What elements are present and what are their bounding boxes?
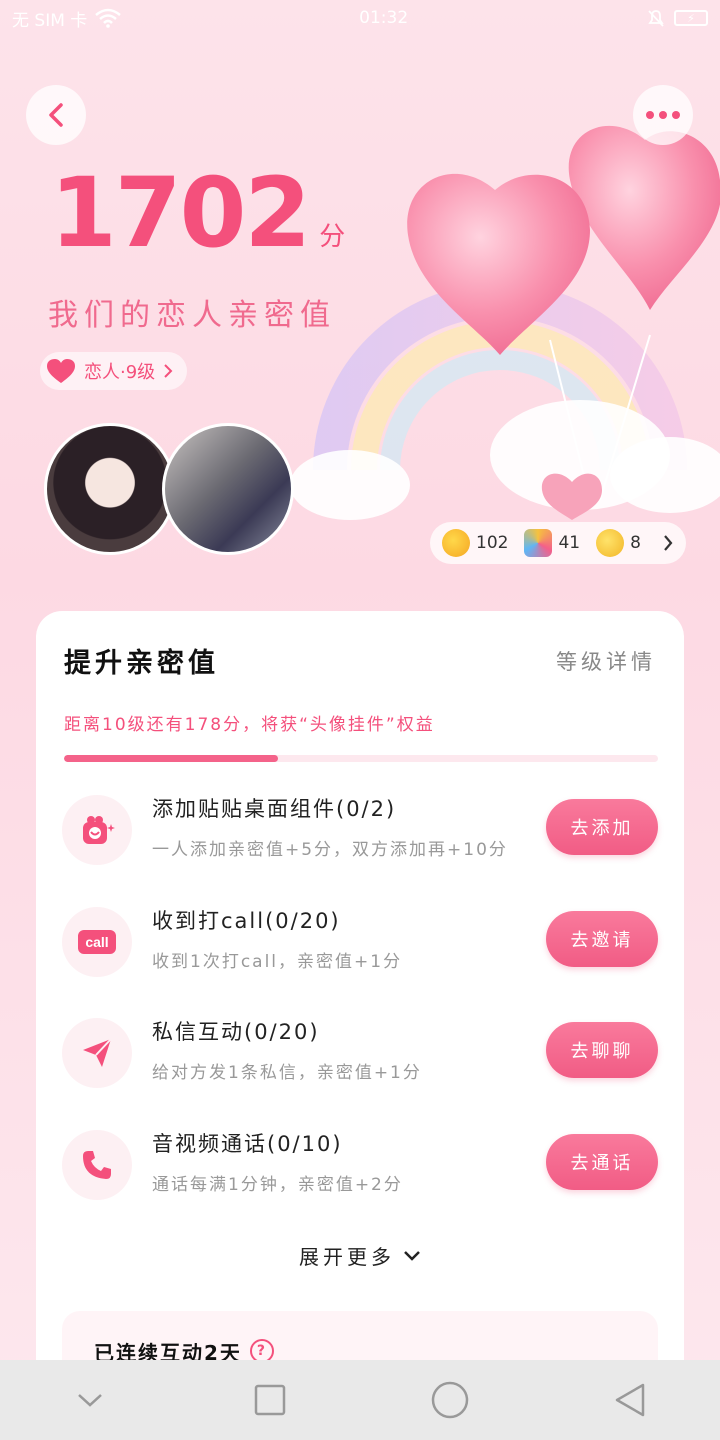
square-icon bbox=[254, 1384, 286, 1416]
more-button[interactable] bbox=[633, 85, 693, 145]
wifi-icon bbox=[95, 8, 122, 28]
page-subtitle: 我们的恋人亲密值 bbox=[48, 298, 336, 333]
triangle-back-icon bbox=[615, 1383, 645, 1417]
task-item: 私信互动(0/20) 给对方发1条私信，亲密值+1分 去聊聊 bbox=[62, 1018, 658, 1088]
clock: 01:32 bbox=[359, 8, 409, 28]
intimacy-score: 1702 分 bbox=[50, 165, 345, 261]
emoji-stats[interactable]: 102 41 8 bbox=[430, 522, 686, 564]
task-title: 音视频通话(0/10) bbox=[152, 1132, 343, 1156]
stat-value: 102 bbox=[476, 533, 509, 553]
go-invite-button[interactable]: 去邀请 bbox=[546, 911, 658, 967]
level-progress-bar bbox=[64, 755, 658, 762]
chevron-right-icon bbox=[664, 535, 673, 551]
task-description: 收到1次打call，亲密值+1分 bbox=[152, 952, 403, 972]
nav-back-button[interactable] bbox=[600, 1370, 660, 1430]
carrier-text: 无 SIM 卡 bbox=[12, 10, 88, 31]
system-nav-bar bbox=[0, 1360, 720, 1440]
hug-emoji-icon bbox=[442, 529, 470, 557]
sweat-emoji-icon bbox=[596, 529, 625, 557]
status-bar: 无 SIM 卡 01:32 ⚡ bbox=[0, 0, 720, 36]
go-add-button[interactable]: 去添加 bbox=[546, 799, 658, 855]
phone-icon bbox=[62, 1130, 132, 1200]
stat-value: 8 bbox=[630, 533, 641, 553]
mute-bell-icon bbox=[648, 10, 664, 27]
heart-icon bbox=[47, 359, 75, 383]
widget-icon bbox=[62, 795, 132, 865]
expand-more-button[interactable]: 展开更多 bbox=[36, 1241, 684, 1270]
card-title: 提升亲密值 bbox=[64, 648, 219, 679]
nav-recents-button[interactable] bbox=[240, 1370, 300, 1430]
svg-text:call: call bbox=[85, 934, 108, 950]
nav-home-button[interactable] bbox=[420, 1370, 480, 1430]
task-description: 通话每满1分钟，亲密值+2分 bbox=[152, 1175, 403, 1195]
expand-label: 展开更多 bbox=[299, 1245, 395, 1269]
chevron-right-icon bbox=[164, 364, 173, 378]
circle-icon bbox=[431, 1381, 469, 1419]
heart-balloons-illustration bbox=[290, 125, 720, 520]
next-level-hint: 距离10级还有178分，将获“头像挂件”权益 bbox=[64, 715, 435, 735]
task-item: 音视频通话(0/10) 通话每满1分钟，亲密值+2分 去通话 bbox=[62, 1130, 658, 1200]
battery-icon: ⚡ bbox=[674, 10, 708, 26]
go-chat-button[interactable]: 去聊聊 bbox=[546, 1022, 658, 1078]
party-popper-icon bbox=[524, 529, 553, 557]
boost-intimacy-card: 提升亲密值 等级详情 距离10级还有178分，将获“头像挂件”权益 添加贴贴桌面… bbox=[36, 611, 684, 1391]
go-call-button[interactable]: 去通话 bbox=[546, 1134, 658, 1190]
level-label: 恋人·9级 bbox=[84, 362, 156, 383]
stat-value: 41 bbox=[558, 533, 581, 553]
progress-fill bbox=[64, 755, 278, 762]
task-item: 添加贴贴桌面组件(0/2) 一人添加亲密值+5分，双方添加再+10分 去添加 bbox=[62, 795, 658, 865]
task-description: 一人添加亲密值+5分，双方添加再+10分 bbox=[152, 840, 508, 860]
send-icon bbox=[62, 1018, 132, 1088]
back-button[interactable] bbox=[26, 85, 86, 145]
score-unit: 分 bbox=[319, 222, 346, 252]
task-title: 收到打call(0/20) bbox=[152, 909, 341, 933]
partner-avatar[interactable] bbox=[162, 423, 294, 555]
chevron-down-icon bbox=[404, 1250, 420, 1261]
task-description: 给对方发1条私信，亲密值+1分 bbox=[152, 1063, 422, 1083]
task-title: 私信互动(0/20) bbox=[152, 1020, 320, 1044]
nav-hide-button[interactable] bbox=[60, 1370, 120, 1430]
chevron-left-icon bbox=[49, 103, 63, 127]
chevron-down-icon bbox=[78, 1394, 102, 1407]
level-details-link[interactable]: 等级详情 bbox=[556, 646, 656, 676]
level-badge[interactable]: 恋人·9级 bbox=[40, 352, 188, 390]
task-title: 添加贴贴桌面组件(0/2) bbox=[152, 797, 397, 821]
task-item: call 收到打call(0/20) 收到1次打call，亲密值+1分 去邀请 bbox=[62, 907, 658, 977]
call-badge-icon: call bbox=[62, 907, 132, 977]
more-dots-icon bbox=[646, 111, 680, 119]
my-avatar[interactable] bbox=[44, 423, 176, 555]
score-value: 1702 bbox=[50, 157, 311, 269]
